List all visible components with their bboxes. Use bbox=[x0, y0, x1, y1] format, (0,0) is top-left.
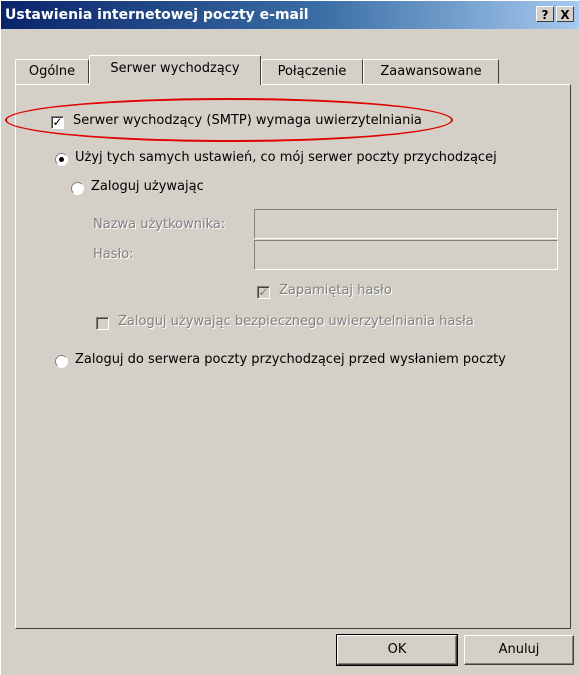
login-using-label: Zaloguj używając bbox=[91, 179, 204, 194]
help-button[interactable]: ? bbox=[536, 6, 554, 22]
username-label: Nazwa użytkownika: bbox=[93, 217, 226, 232]
secure-auth-checkbox[interactable] bbox=[96, 317, 109, 330]
close-button[interactable]: X bbox=[556, 6, 574, 22]
email-settings-dialog: Ustawienia internetowej poczty e-mail ? … bbox=[0, 0, 579, 675]
tab-general[interactable]: Ogólne bbox=[15, 59, 89, 84]
same-settings-label: Użyj tych samych ustawień, co mój serwer… bbox=[75, 150, 497, 165]
tab-connection[interactable]: Połączenie bbox=[261, 59, 363, 84]
same-settings-radio[interactable] bbox=[55, 153, 68, 166]
window-title: Ustawienia internetowej poczty e-mail bbox=[5, 7, 309, 23]
password-input[interactable] bbox=[254, 240, 558, 270]
secure-auth-label: Zaloguj używając bezpiecznego uwierzytel… bbox=[118, 314, 474, 329]
remember-password-label: Zapamiętaj hasło bbox=[279, 283, 392, 298]
ok-button[interactable]: OK bbox=[336, 634, 458, 666]
username-input[interactable] bbox=[254, 209, 558, 239]
login-before-send-radio[interactable] bbox=[55, 355, 68, 368]
tab-outgoing-server[interactable]: Serwer wychodzący bbox=[89, 55, 261, 85]
login-using-radio[interactable] bbox=[71, 182, 84, 195]
password-label: Hasło: bbox=[93, 247, 134, 262]
cancel-button[interactable]: Anuluj bbox=[464, 635, 574, 665]
remember-password-checkbox[interactable]: ✓ bbox=[257, 286, 270, 299]
highlight-annotation-ellipse bbox=[5, 98, 453, 142]
tab-advanced[interactable]: Zaawansowane bbox=[363, 59, 499, 84]
title-bar[interactable]: Ustawienia internetowej poczty e-mail ? … bbox=[1, 1, 579, 29]
radio-dot-icon bbox=[59, 157, 64, 162]
login-before-send-label: Zaloguj do serwera poczty przychodzącej … bbox=[75, 352, 506, 367]
